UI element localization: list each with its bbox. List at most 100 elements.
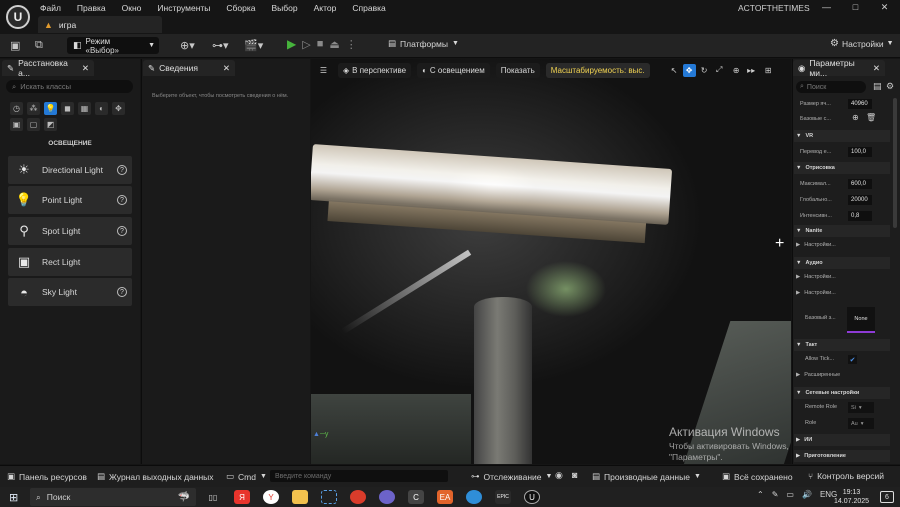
level-viewport[interactable]: ☰ ◈ В перспективе ◐ С освещением Показат… [311,59,791,464]
cmd-dropdown[interactable]: ▭ Cmd ▼ [226,471,267,482]
content-icon[interactable]: ⧉ [35,39,43,52]
class-search-input[interactable]: ⌕ Искать классы [6,80,133,93]
spot-light-item[interactable]: ⚲ Spot Light ? [8,217,132,245]
tick-section[interactable]: ▼ Такт [794,339,890,351]
world-local-icon[interactable]: ⊕ [730,64,743,77]
scale-icon[interactable]: ⤢ [713,64,726,77]
world-settings-tab[interactable]: ◉ Параметры ми... ✕ [793,58,885,78]
cinematic-icon[interactable]: ▦ [78,102,91,115]
menu-select[interactable]: Выбор [272,3,298,13]
render-max-field[interactable]: 600,0 [848,179,872,189]
file-explorer-icon[interactable] [292,490,308,504]
point-light-item[interactable]: 💡 Point Light ? [8,186,132,214]
level-tab[interactable]: ▲ игра [38,16,162,33]
sky-light-item[interactable]: ◓ Sky Light ? [8,278,132,306]
chrome-like-icon[interactable] [379,490,395,504]
network-section[interactable]: ▼ Сетевые настройки [794,387,890,399]
menu-window[interactable]: Окно [122,3,142,13]
view-mode-button[interactable]: ◐ С освещением [417,62,490,78]
recent-icon[interactable]: ◷ [10,102,23,115]
stop-icon[interactable]: ■ [317,38,324,50]
table-view-icon[interactable]: ▤ [873,81,882,92]
volumes-icon[interactable]: ▣ [10,118,23,131]
camera-icon[interactable]: ◙ [572,470,577,480]
details-tab[interactable]: ✎ Сведения ✕ [143,60,235,76]
chrome-icon[interactable] [466,490,482,504]
vr-section[interactable]: ▼ VR [794,130,890,142]
trash-icon[interactable]: 🗑 [866,113,876,122]
rotate-icon[interactable]: ↻ [698,64,711,77]
add-actor-icon[interactable]: ⊕▾ [180,39,195,52]
cell-size-field[interactable]: 40960 [848,99,872,109]
blueprint-icon[interactable]: ⊶▾ [212,39,229,52]
menu-file[interactable]: Файл [40,3,61,13]
yandex-browser-icon[interactable]: Y [263,490,279,504]
console-command-input[interactable]: Введите команду [270,470,448,482]
close-icon[interactable]: ✕ [873,63,880,74]
cinematics-icon[interactable]: 🎬▾ [244,39,263,52]
geometry-icon[interactable]: ✥ [112,102,125,115]
gear-icon[interactable]: ⚙ [886,81,894,92]
epic-games-icon[interactable]: EPIC [495,490,511,504]
props-search-input[interactable]: ⌕ Поиск [796,81,866,93]
chevron-up-icon[interactable]: ⌃ [757,490,764,499]
mode-select-button[interactable]: ◧ Режим «Выбор» ▼ [67,37,159,55]
menu-build[interactable]: Сборка [226,3,255,13]
help-icon[interactable]: ? [117,226,127,236]
all-classes-icon[interactable]: ▢ [27,118,40,131]
content-browser-button[interactable]: ▣ Панель ресурсов [7,471,87,482]
more-options-icon[interactable]: ⋮ [346,38,357,51]
menu-edit[interactable]: Правка [77,3,106,13]
snap-icon[interactable]: ▸▸ [745,64,758,77]
render-global-field[interactable]: 20000 [848,195,872,205]
nanite-settings-row[interactable]: ▶ Настройки... [796,242,836,248]
c-app-icon[interactable]: C [408,490,424,504]
remote-role-select[interactable]: Si ▾ [848,402,874,413]
directional-light-item[interactable]: ☀ Directional Light ? [8,156,132,184]
step-icon[interactable]: ▷ [302,38,310,51]
render-section[interactable]: ▼ Отрисовка [794,162,890,174]
output-log-button[interactable]: ▤ Журнал выходных данных [97,471,214,482]
translate-icon[interactable]: ✥ [682,63,696,77]
snipping-tool-icon[interactable] [321,490,337,504]
eject-icon[interactable]: ⏏ [329,38,339,51]
volume-icon[interactable]: 🔊 [802,490,812,499]
platforms-button[interactable]: ▤ Платформы ▼ [388,38,459,49]
derived-data-button[interactable]: ▤ Производные данные ▼ [592,471,701,482]
menu-tools[interactable]: Инструменты [157,3,210,13]
place-actors-tab[interactable]: ✎ Расстановка а... ✕ [2,58,94,78]
advanced-row[interactable]: ▶ Расширенные [796,372,840,378]
perspective-button[interactable]: ◈ В перспективе [338,62,412,78]
basic-icon[interactable]: ⁂ [27,102,40,115]
settings-button[interactable]: ⚙ Настройки ▼ [830,38,894,49]
nanite-section[interactable]: ▼ Nanite [794,225,890,237]
cooking-section[interactable]: ▶ Приготовление [794,450,890,462]
close-icon[interactable]: ✕ [223,63,230,74]
shapes-icon[interactable]: ◼ [61,102,74,115]
audio-section[interactable]: ▼ Аудио [794,257,890,269]
ea-icon[interactable]: EA [437,490,453,504]
role-select[interactable]: Au ▾ [848,418,874,429]
allow-tick-checkbox[interactable]: ✔ [848,355,857,364]
minimize-button[interactable]: — [812,0,841,14]
opera-icon[interactable] [350,490,366,504]
render-intensity-field[interactable]: 0,8 [848,211,872,221]
rect-light-item[interactable]: ▣ Rect Light [8,248,132,276]
task-view-icon[interactable]: ▯▯ [205,490,221,504]
menu-help[interactable]: Справка [352,3,385,13]
scalability-button[interactable]: Масштабируемость: выс. [545,62,650,78]
network-icon[interactable]: ▭ [786,490,794,499]
taskbar-search[interactable]: ⌕ Поиск 🦈 [30,488,196,506]
menu-actor[interactable]: Актор [314,3,337,13]
add-icon[interactable]: ⊕ [852,113,859,122]
maximize-button[interactable]: □ [841,0,870,14]
source-control-button[interactable]: ⑂ Контроль версий [808,471,884,481]
close-button[interactable]: ✕ [870,0,899,14]
trace-button[interactable]: ⊶ Отслеживание ▼ [471,471,552,482]
layout-grid-icon[interactable]: ⊞ [762,64,775,77]
save-all-button[interactable]: ▣ Всё сохранено [722,471,793,482]
placeables-icon[interactable]: ◩ [44,118,57,131]
world-to-meters-field[interactable]: 100,0 [848,147,872,157]
play-icon[interactable]: ▶ [287,37,296,51]
help-icon[interactable]: ? [117,195,127,205]
